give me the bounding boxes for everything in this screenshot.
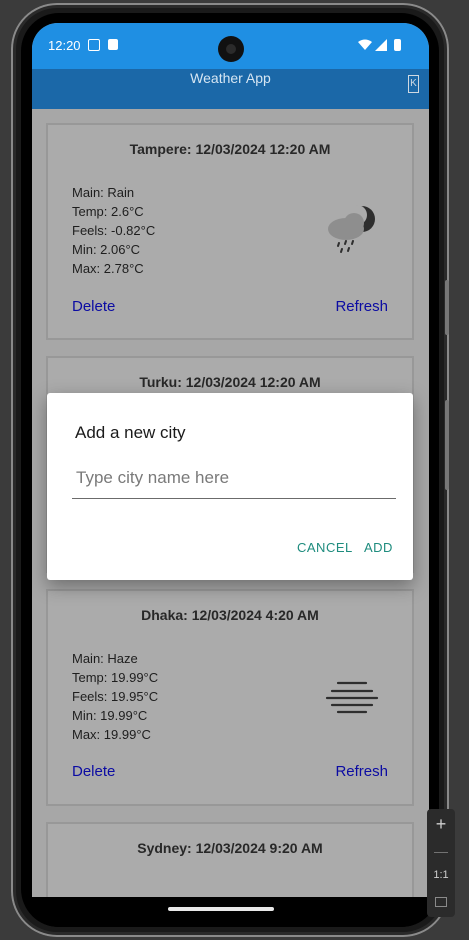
card-title: Tampere: 12/03/2024 12:20 AM	[129, 141, 331, 157]
weather-card-tampere: Tampere: 12/03/2024 12:20 AM Main: Rain …	[46, 123, 414, 340]
delete-button[interactable]: Delete	[72, 298, 115, 315]
card-title: Sydney: 12/03/2024 9:20 AM	[137, 840, 323, 856]
front-camera	[218, 36, 244, 62]
card-details: Main: Haze Temp: 19.99°C Feels: 19.95°C …	[72, 649, 158, 744]
add-button[interactable]: ADD	[364, 540, 393, 555]
screen: 12:20 Weather App K Tampere: 12/03/2024 …	[32, 23, 429, 897]
weather-main: Main: Haze	[72, 651, 138, 666]
weather-feels: Feels: 19.95°C	[72, 689, 159, 704]
haze-icon	[325, 681, 379, 714]
refresh-button[interactable]: Refresh	[335, 298, 388, 315]
card-title: Dhaka: 12/03/2024 4:20 AM	[141, 607, 319, 623]
home-gesture-bar[interactable]	[168, 907, 274, 911]
navigation-bar	[32, 897, 429, 927]
card-title: Turku: 12/03/2024 12:20 AM	[139, 374, 321, 390]
exit-icon[interactable]: K	[408, 75, 419, 93]
emulator-toolbar: + — 1:1	[427, 809, 455, 917]
power-button	[445, 280, 449, 335]
refresh-button[interactable]: Refresh	[335, 763, 388, 780]
weather-card-sydney: Sydney: 12/03/2024 9:20 AM	[46, 822, 414, 897]
sd-card-icon	[108, 39, 118, 50]
weather-temp: Temp: 2.6°C	[72, 204, 144, 219]
notification-a-icon	[88, 39, 100, 51]
weather-min: Min: 2.06°C	[72, 242, 141, 257]
app-bar: Weather App K	[32, 69, 429, 109]
add-city-dialog: Add a new city CANCEL ADD	[47, 393, 413, 580]
cancel-button[interactable]: CANCEL	[297, 540, 353, 555]
battery-icon	[394, 39, 401, 51]
weather-min: Min: 19.99°C	[72, 708, 148, 723]
status-time: 12:20	[48, 38, 81, 53]
app-title: Weather App	[190, 70, 271, 86]
weather-temp: Temp: 19.99°C	[72, 670, 159, 685]
signal-icon	[375, 39, 387, 51]
weather-main: Main: Rain	[72, 185, 135, 200]
delete-button[interactable]: Delete	[72, 763, 115, 780]
wifi-icon	[358, 39, 372, 50]
zoom-out-button[interactable]: —	[427, 843, 455, 859]
phone-body: 12:20 Weather App K Tampere: 12/03/2024 …	[21, 13, 439, 927]
city-name-input[interactable]	[72, 458, 396, 499]
dialog-title: Add a new city	[75, 423, 186, 442]
weather-max: Max: 2.78°C	[72, 261, 144, 276]
rain-cloud-moon-icon	[328, 205, 375, 253]
volume-button	[445, 400, 449, 490]
weather-max: Max: 19.99°C	[72, 727, 151, 742]
weather-feels: Feels: -0.82°C	[72, 223, 156, 238]
weather-card-dhaka: Dhaka: 12/03/2024 4:20 AM Main: Haze Tem…	[46, 589, 414, 806]
card-details: Main: Rain Temp: 2.6°C Feels: -0.82°C Mi…	[72, 183, 155, 278]
zoom-in-button[interactable]: +	[427, 814, 455, 835]
status-bar: 12:20	[32, 23, 429, 69]
actual-size-button[interactable]: 1:1	[427, 869, 455, 881]
fit-screen-icon[interactable]	[427, 894, 455, 910]
